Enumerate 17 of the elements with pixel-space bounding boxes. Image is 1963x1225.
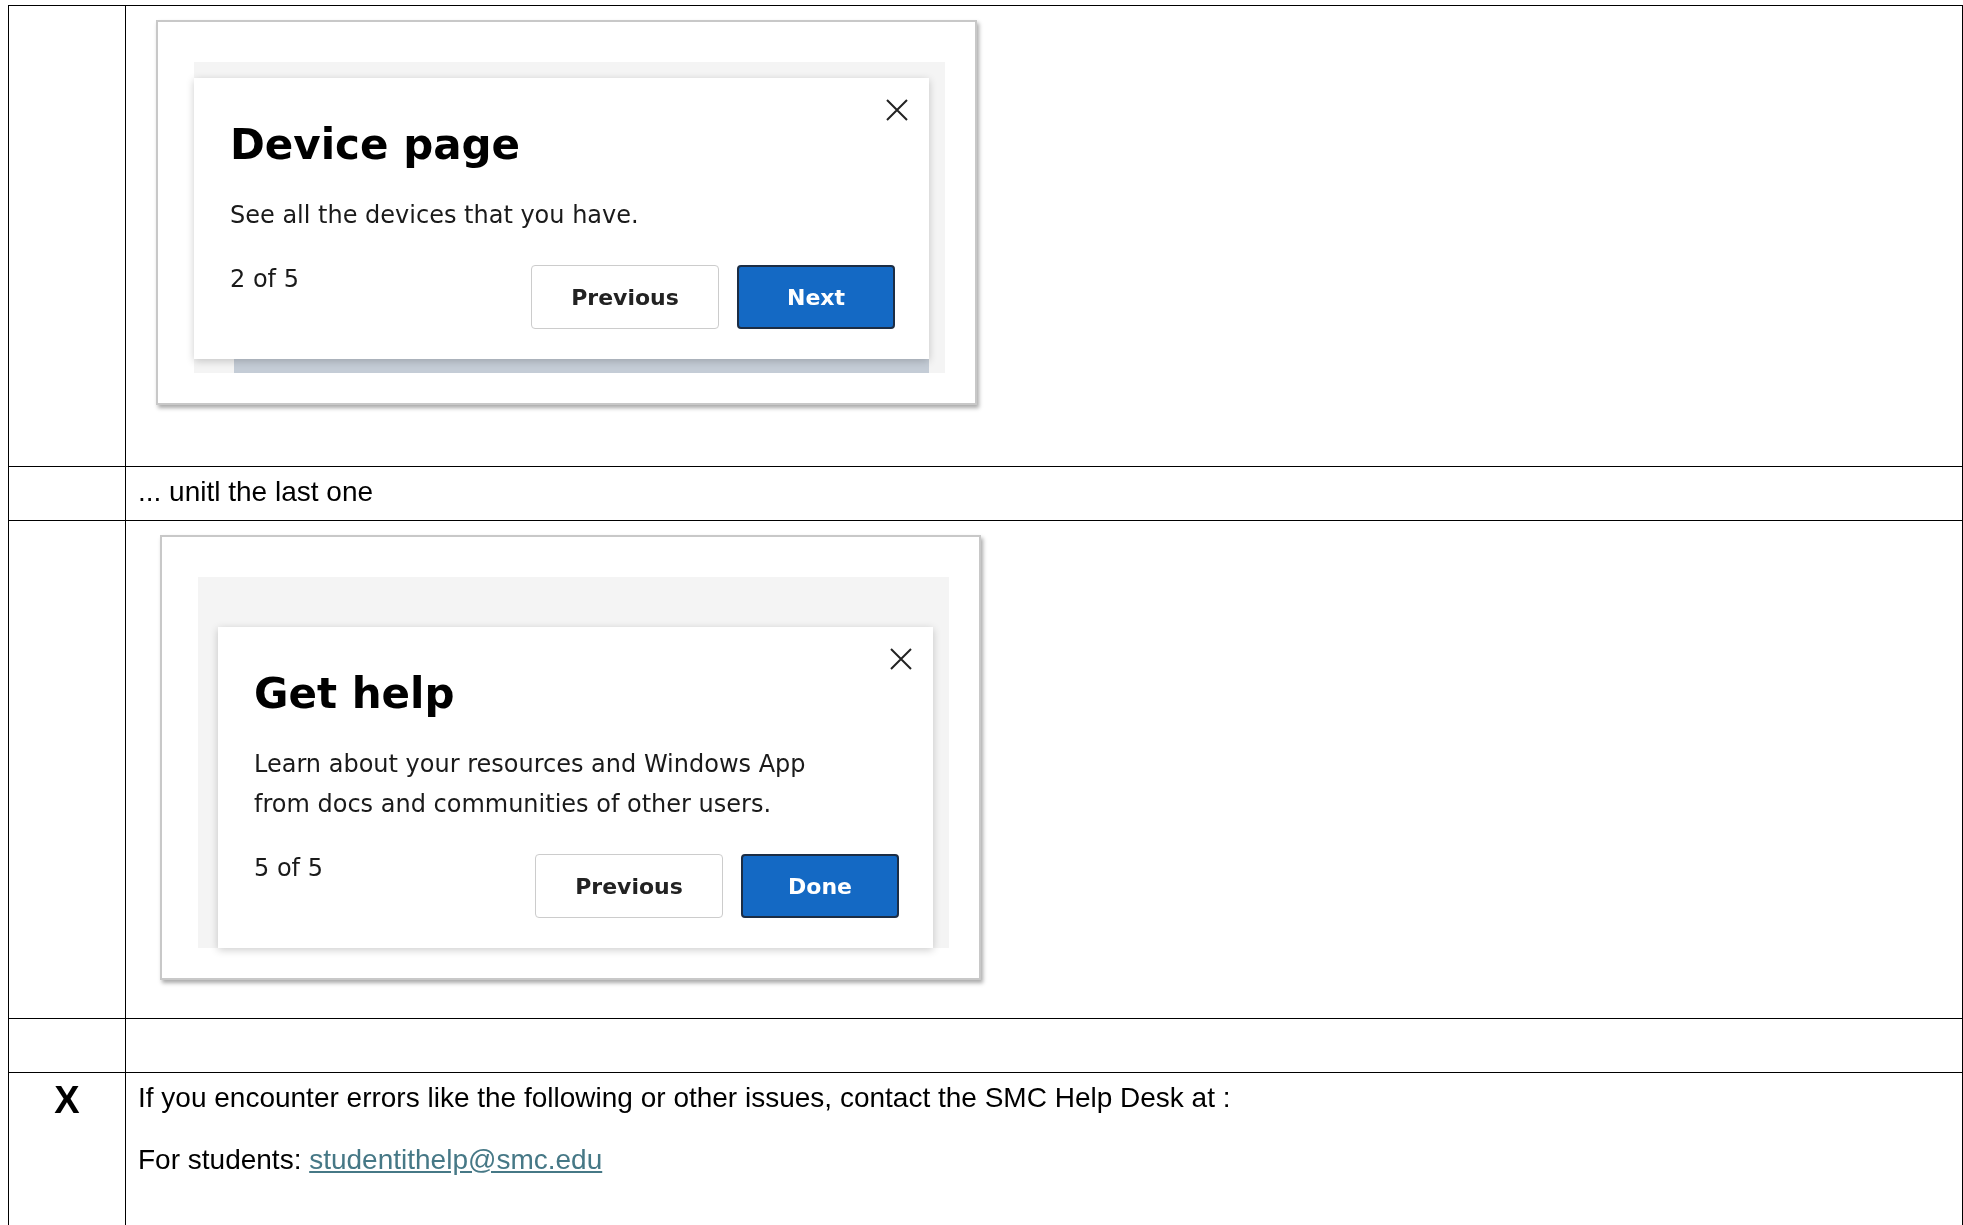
dialog-title: Get help [254,669,456,718]
step-counter: 5 of 5 [254,854,324,882]
primary-button[interactable]: Done [741,854,899,918]
dialog-text: Learn about your resources and Windows App from docs and communities of other users. [254,749,807,820]
caption-text: ... unitl the last one [138,476,374,507]
primary-button[interactable]: Next [737,265,895,329]
secondary-button[interactable]: Previous [531,265,719,329]
close-icon[interactable] [885,98,909,122]
email-link[interactable]: studentithelp@smc.edu [309,1144,603,1175]
secondary-button[interactable]: Previous [535,854,723,918]
dialog-text: See all the devices that you have. [230,200,640,231]
dialog-title: Device page [230,120,522,169]
instruction-text: If you encounter errors like the following or other issues, contact the SMC Help Desk at : [138,1081,1232,1115]
contact-label: For students: [138,1144,302,1175]
row-marker: X [54,1079,80,1121]
step-counter: 2 of 5 [230,265,300,293]
close-icon[interactable] [889,647,913,671]
